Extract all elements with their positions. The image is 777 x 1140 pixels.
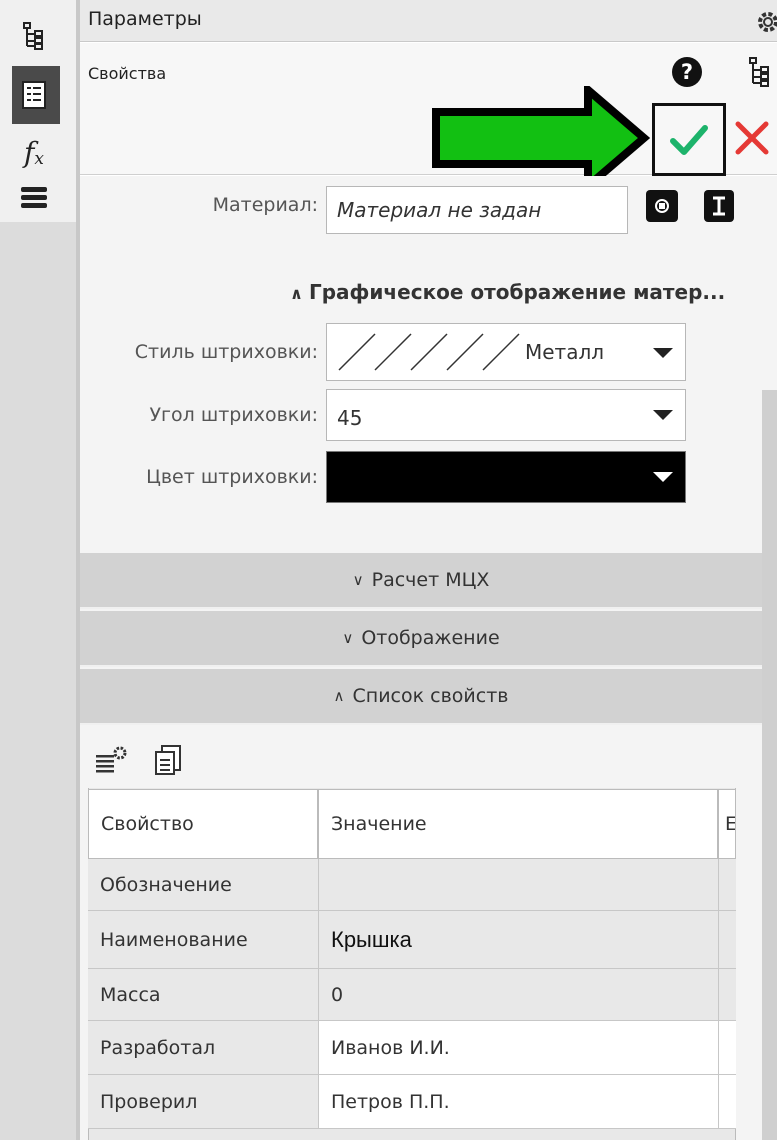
hatch-section-header[interactable]: ∧ Графическое отображение матер... <box>290 280 725 304</box>
scrollbar[interactable] <box>762 390 777 1140</box>
chevron-down-icon: ∨ <box>352 571 364 589</box>
ok-icon <box>670 124 708 155</box>
panel-subtitle: Свойства <box>88 64 167 83</box>
material-library-icon[interactable] <box>646 190 678 222</box>
left-toolbar-empty <box>0 222 76 1140</box>
hatch-color-select[interactable] <box>326 451 686 503</box>
section-property-list[interactable]: ∧ Список свойств <box>80 669 762 725</box>
properties-icon[interactable] <box>16 77 52 113</box>
material-field[interactable]: Материал не задан <box>326 186 628 234</box>
hatch-angle-select[interactable]: 45 <box>326 389 686 441</box>
table-row-value[interactable]: 0 <box>318 969 736 1021</box>
hatch-section-title: Графическое отображение матер... <box>309 280 726 304</box>
section-mass-properties[interactable]: ∨ Расчет МЦХ <box>80 553 762 609</box>
table-row-value[interactable]: Иванов И.И. <box>318 1021 736 1075</box>
cancel-button[interactable] <box>732 118 772 158</box>
table-header-extra[interactable]: Е <box>718 789 736 859</box>
material-edit-icon[interactable] <box>704 190 734 222</box>
menu-icon[interactable] <box>16 180 52 216</box>
section-display-title: Отображение <box>361 627 500 649</box>
hatch-color-label: Цвет штриховки: <box>146 466 318 488</box>
list-properties-icon[interactable] <box>154 744 184 780</box>
chevron-down-icon <box>653 348 673 358</box>
hatch-angle-label: Угол штриховки: <box>149 404 318 426</box>
fx-icon[interactable]: fx <box>16 134 52 170</box>
chevron-up-icon: ∧ <box>290 284 303 303</box>
chevron-up-icon: ∧ <box>333 687 345 705</box>
ok-button[interactable] <box>652 103 726 176</box>
hatch-angle-value: 45 <box>337 406 363 430</box>
column-separator <box>718 859 719 1129</box>
table-row-value[interactable]: Крышка <box>318 911 736 969</box>
table-header-property[interactable]: Свойство <box>88 789 318 859</box>
table-row-value[interactable]: Петров П.П. <box>318 1075 736 1129</box>
cancel-icon <box>735 121 769 155</box>
section-display[interactable]: ∨ Отображение <box>80 611 762 667</box>
gear-icon[interactable] <box>754 8 777 34</box>
table-row-name: Масса <box>88 969 318 1021</box>
hatch-style-label: Стиль штриховки: <box>134 341 318 363</box>
table-row-value[interactable] <box>318 859 736 911</box>
section-mass-title: Расчет МЦХ <box>371 569 490 591</box>
hatch-style-select[interactable]: Металл <box>326 323 686 381</box>
table-row-name: Обозначение <box>88 859 318 911</box>
material-label: Материал: <box>212 194 318 216</box>
hatch-style-value: Металл <box>525 340 605 364</box>
chevron-down-icon <box>653 410 673 420</box>
list-settings-icon[interactable] <box>96 745 128 779</box>
table-header-value[interactable]: Значение <box>318 789 718 859</box>
chevron-down-icon: ∨ <box>342 629 354 647</box>
panel-title: Параметры <box>88 8 202 30</box>
table-row-name: Разработал <box>88 1021 318 1075</box>
chevron-down-icon <box>653 472 673 482</box>
annotation-arrow-icon <box>432 86 651 190</box>
material-value: Материал не задан <box>337 198 542 222</box>
hatch-pattern-icon <box>338 333 520 371</box>
section-props-title: Список свойств <box>352 685 509 707</box>
tree-icon[interactable] <box>16 18 52 54</box>
tree-view-icon[interactable] <box>748 56 772 92</box>
help-icon[interactable]: ? <box>672 57 702 87</box>
table-row-name: Проверил <box>88 1075 318 1129</box>
table-row-name: Наименование <box>88 911 318 969</box>
